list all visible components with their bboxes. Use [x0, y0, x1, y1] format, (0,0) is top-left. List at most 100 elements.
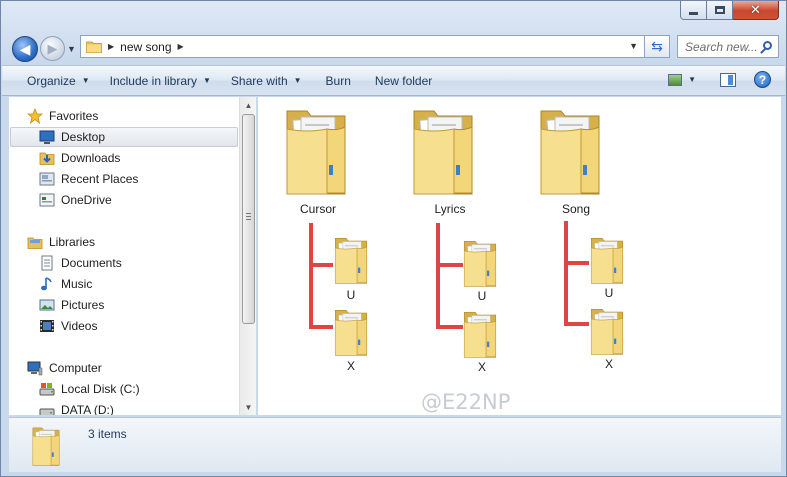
- minimize-button[interactable]: [680, 1, 707, 20]
- subfolder-icon: [461, 309, 499, 359]
- nav-onedrive-label: OneDrive: [61, 193, 112, 207]
- search-input[interactable]: Search new...: [685, 40, 759, 54]
- nav-pictures[interactable]: Pictures: [39, 295, 104, 315]
- nav-libraries[interactable]: Libraries: [27, 232, 95, 252]
- nav-music-label: Music: [61, 277, 93, 291]
- nav-documents-label: Documents: [61, 256, 122, 270]
- breadcrumb-item[interactable]: new song: [120, 40, 171, 54]
- help-icon[interactable]: ?: [754, 71, 771, 88]
- subfolder-label: U: [477, 289, 487, 303]
- subfolder-label: X: [604, 357, 613, 371]
- refresh-icon: ⇆: [651, 38, 663, 54]
- nav-computer[interactable]: Computer: [27, 358, 102, 378]
- include-in-library-button[interactable]: Include in library ▼: [100, 74, 221, 88]
- navigation-pane: Favorites Desktop Downloads Recent Place…: [9, 97, 239, 415]
- music-icon: [41, 277, 52, 291]
- subfolder-icon: [332, 235, 370, 285]
- folder-icon: [283, 105, 349, 197]
- data-disk-icon: [39, 408, 55, 415]
- file-list: Cursor U X Lyrics U X Song U X @E22NP: [258, 97, 781, 415]
- arrow-right-icon: ▶: [47, 40, 58, 56]
- address-dropdown-icon[interactable]: ▼: [629, 41, 638, 51]
- refresh-button[interactable]: ⇆: [645, 35, 670, 58]
- videos-icon: [40, 320, 54, 332]
- nav-videos-label: Videos: [61, 319, 98, 333]
- scroll-thumb[interactable]: [242, 114, 255, 324]
- recent-pages-dropdown[interactable]: ▼: [67, 44, 76, 54]
- folder-icon: [537, 105, 603, 197]
- share-with-button[interactable]: Share with ▼: [221, 74, 312, 88]
- nav-recent-places[interactable]: Recent Places: [39, 169, 138, 189]
- star-icon: [27, 108, 43, 124]
- caption-buttons: ✕: [680, 1, 779, 20]
- subfolder-icon: [461, 238, 499, 288]
- forward-button[interactable]: ▶: [40, 36, 65, 61]
- chevron-down-icon: ▼: [81, 76, 90, 85]
- nav-desktop[interactable]: Desktop: [10, 127, 238, 147]
- details-pane: 3 items: [9, 417, 781, 472]
- maximize-icon: [714, 6, 725, 14]
- minimize-icon: [689, 11, 698, 15]
- folder-label: Cursor: [299, 202, 336, 216]
- nav-downloads-label: Downloads: [61, 151, 121, 165]
- subfolder-label: U: [346, 288, 356, 302]
- nav-desktop-label: Desktop: [61, 130, 106, 144]
- scroll-down-icon[interactable]: ▼: [240, 399, 257, 415]
- local-disk-icon: [39, 383, 55, 396]
- nav-favorites-label: Favorites: [49, 109, 99, 123]
- nav-local-disk-label: Local Disk (C:): [61, 382, 140, 396]
- scroll-up-icon[interactable]: ▲: [240, 97, 257, 113]
- breadcrumb-arrow-icon[interactable]: ▶: [108, 42, 114, 51]
- folder-label: Lyrics: [434, 202, 466, 216]
- command-bar: Organize ▼ Include in library ▼ Share with…: [2, 65, 785, 96]
- downloads-folder-icon: [39, 152, 55, 165]
- close-button[interactable]: ✕: [733, 1, 779, 20]
- subfolder-label: X: [346, 359, 355, 373]
- item-count: 3 items: [88, 427, 127, 441]
- organize-label: Organize: [27, 73, 76, 88]
- libraries-icon: [27, 237, 43, 249]
- nav-documents[interactable]: Documents: [39, 253, 122, 273]
- desktop-icon: [39, 130, 55, 144]
- nav-computer-label: Computer: [49, 361, 102, 375]
- folder-icon: [86, 41, 102, 53]
- watermark: @E22NP: [421, 390, 511, 414]
- new-folder-button[interactable]: New folder: [365, 74, 442, 88]
- explorer-window: ✕ ◀ ▶ ▼ ▶ new song ▶ ▼ ⇆ Search new... O…: [0, 0, 787, 477]
- search-box[interactable]: Search new...: [677, 35, 779, 58]
- breadcrumb-arrow-icon[interactable]: ▶: [178, 42, 184, 51]
- subfolder-icon: [332, 307, 370, 357]
- maximize-button[interactable]: [707, 1, 733, 20]
- chevron-down-icon: ▼: [293, 76, 302, 85]
- address-bar[interactable]: ▶ new song ▶ ▼: [80, 35, 645, 58]
- nav-onedrive[interactable]: OneDrive: [39, 190, 112, 210]
- nav-favorites[interactable]: Favorites: [27, 106, 98, 126]
- nav-downloads[interactable]: Downloads: [39, 148, 120, 168]
- burn-button[interactable]: Burn: [316, 74, 361, 88]
- nav-scrollbar[interactable]: ▲ ▼: [239, 97, 256, 415]
- nav-videos[interactable]: Videos: [39, 316, 97, 336]
- share-with-label: Share with: [230, 73, 288, 88]
- chevron-down-icon: ▼: [203, 76, 211, 85]
- subfolder-label: U: [604, 286, 614, 300]
- preview-pane-icon[interactable]: [720, 72, 736, 87]
- computer-icon: [27, 361, 43, 376]
- change-view-icon[interactable]: [668, 73, 683, 86]
- search-icon[interactable]: [759, 39, 775, 55]
- toolbar-right-group: ▼ ?: [668, 71, 771, 88]
- nav-local-disk[interactable]: Local Disk (C:): [39, 379, 140, 399]
- nav-libraries-label: Libraries: [49, 235, 96, 249]
- folder-icon: [31, 424, 61, 468]
- subfolder-label: X: [477, 360, 486, 374]
- include-in-library-label: Include in library: [109, 73, 197, 88]
- nav-data-disk-label: DATA (D:): [61, 403, 114, 415]
- nav-data-disk[interactable]: DATA (D:): [39, 400, 114, 415]
- back-button[interactable]: ◀: [12, 36, 38, 62]
- folder-label: Song: [561, 202, 591, 216]
- view-options-chevron-icon[interactable]: ▼: [688, 75, 696, 84]
- nav-music[interactable]: Music: [39, 274, 92, 294]
- recent-places-icon: [39, 172, 55, 186]
- organize-button[interactable]: Organize ▼: [17, 74, 100, 88]
- pictures-icon: [39, 299, 55, 311]
- nav-pictures-label: Pictures: [61, 298, 105, 312]
